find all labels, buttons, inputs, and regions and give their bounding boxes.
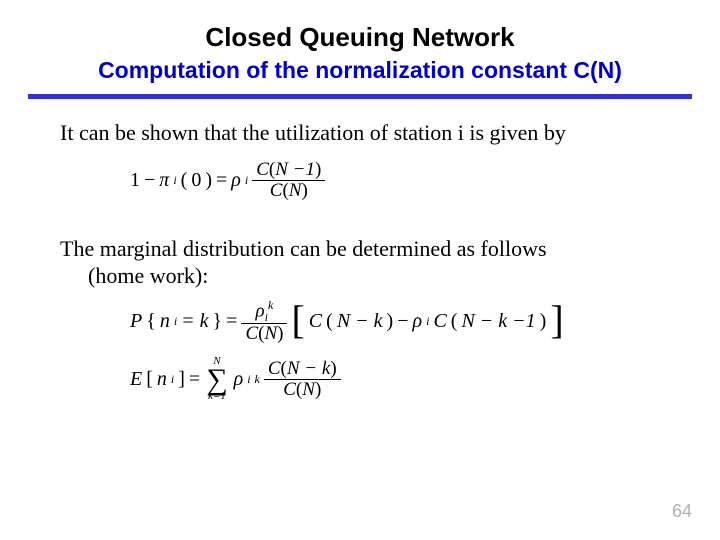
eq1-rpar: ) xyxy=(205,169,212,192)
eq2-a1: N − k xyxy=(337,310,383,333)
eq2-n-sub: i xyxy=(174,314,177,329)
slide: Closed Queuing Network Computation of th… xyxy=(0,0,720,540)
slide-title: Closed Queuing Network xyxy=(0,22,720,53)
eq1-one: 1 xyxy=(130,169,140,192)
eq2-num-rho-sup: k xyxy=(268,298,273,312)
eq2-den-arg: N xyxy=(264,323,277,344)
eq2-a2-lpar: ( xyxy=(451,310,458,333)
title-block: Closed Queuing Network Computation of th… xyxy=(0,0,720,84)
slide-subtitle: Computation of the normalization constan… xyxy=(0,57,720,84)
eq3-n: n xyxy=(157,368,167,391)
eq2-rho2: ρ xyxy=(412,310,422,333)
eq3-den-rpar: ) xyxy=(315,379,321,400)
para2-line2: (home work): xyxy=(60,263,208,288)
eq1-pi-sub: i xyxy=(173,173,176,188)
eq3-rbr: ] xyxy=(178,368,185,391)
para2-line1: The marginal distribution can be determi… xyxy=(60,236,547,261)
eq2-rho2-sub: i xyxy=(426,314,429,329)
eq2-den-rpar: ) xyxy=(277,323,283,344)
eq1-rho-sub: i xyxy=(245,173,248,188)
paragraph-2: The marginal distribution can be determi… xyxy=(60,235,660,290)
eq2-n: n xyxy=(160,310,170,333)
eq2-equals: = xyxy=(226,310,237,333)
equation-3: E [ni] = N ∑ k=1 ρik C(N − k) C(N) xyxy=(60,354,660,406)
eq2-a2-rpar: ) xyxy=(540,310,547,333)
eq3-lbr: [ xyxy=(146,368,153,391)
eq3-equals: = xyxy=(189,368,200,391)
page-number: 64 xyxy=(672,501,692,522)
eq1-pi: π xyxy=(159,169,169,192)
eq3-rho-sup: k xyxy=(255,372,260,387)
eq2-num-rho: ρ xyxy=(256,300,265,321)
eq1-lpar: ( xyxy=(181,169,188,192)
eq3-num-rpar: ) xyxy=(330,358,336,379)
eq2-rbrace: } xyxy=(213,310,223,333)
eq1-den-arg: N xyxy=(289,180,302,201)
eq2-C1: C xyxy=(309,310,322,333)
eq3-sigma: N ∑ k=1 xyxy=(206,357,227,401)
eq2-C2: C xyxy=(433,310,446,333)
eq3-num-C: C xyxy=(268,358,281,379)
eq3-fraction: C(N − k) C(N) xyxy=(264,359,341,400)
eq1-den-C: C xyxy=(270,180,283,201)
eq1-zero: 0 xyxy=(191,169,201,192)
eq1-num-rpar: ) xyxy=(315,159,321,180)
eq3-n-sub: i xyxy=(171,372,174,387)
eq2-a2: N − k −1 xyxy=(461,310,535,333)
paragraph-1: It can be shown that the utilization of … xyxy=(60,119,660,147)
eq3-sum-bot: k=1 xyxy=(208,392,226,401)
eq3-E: E xyxy=(130,368,142,391)
eq2-a1-lpar: ( xyxy=(326,310,333,333)
eq1-equals: = xyxy=(216,169,227,192)
eq1-rho: ρ xyxy=(231,169,241,192)
eq1-num-arg: N −1 xyxy=(275,159,315,180)
eq1-minus: − xyxy=(144,169,155,192)
eq2-bracket-l: [ xyxy=(291,308,304,332)
eq3-den-arg: N xyxy=(302,379,315,400)
eq2-minus: − xyxy=(397,310,408,333)
eq2-eqk: = k xyxy=(181,310,208,333)
eq2-lbrace: { xyxy=(146,310,156,333)
eq1-num-C: C xyxy=(256,159,269,180)
eq2-bracket-r: ] xyxy=(550,308,563,332)
eq3-den-C: C xyxy=(283,379,296,400)
equation-1: 1 − πi (0) = ρi C(N −1) C(N) xyxy=(60,155,660,207)
eq1-den-rpar: ) xyxy=(301,180,307,201)
eq1-fraction: C(N −1) C(N) xyxy=(252,160,325,201)
eq3-num-arg: N − k xyxy=(287,358,330,379)
eq2-P: P xyxy=(130,310,142,333)
equation-2: P {ni = k} = ρik C(N) [ C(N − k) − ρi C(… xyxy=(60,296,660,348)
eq2-den-C: C xyxy=(245,323,258,344)
eq3-rho-sub: i xyxy=(247,372,250,387)
eq2-a1-rpar: ) xyxy=(387,310,394,333)
eq3-rho: ρ xyxy=(234,368,244,391)
body: It can be shown that the utilization of … xyxy=(0,99,720,406)
eq2-fraction: ρik C(N) xyxy=(241,299,287,345)
